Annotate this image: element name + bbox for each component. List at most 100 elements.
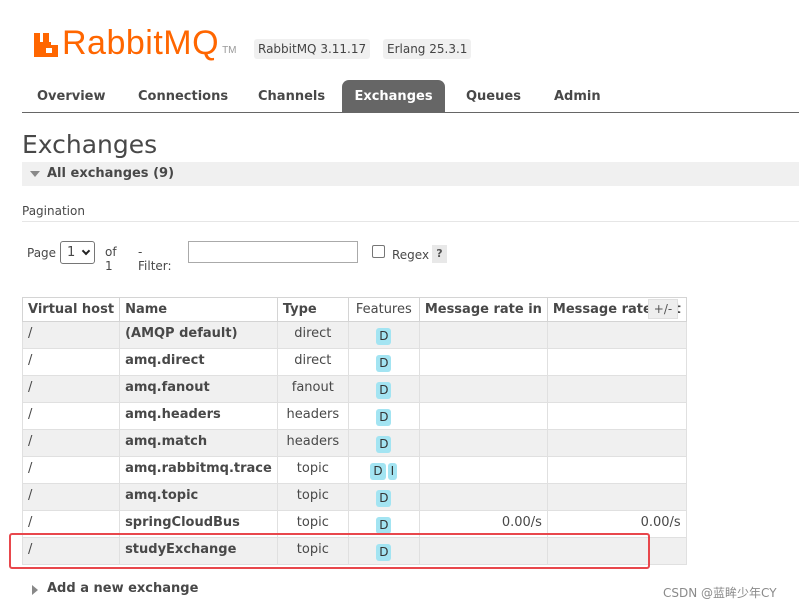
exchange-name-link[interactable]: amq.match: [119, 429, 278, 457]
collapse-triangle-icon: [30, 171, 40, 177]
vhost-cell: /: [21, 456, 121, 484]
filter-input[interactable]: [188, 241, 358, 263]
vhost-cell: /: [21, 402, 121, 430]
type-cell: topic: [276, 483, 349, 511]
add-exchange-label: Add a new exchange: [47, 581, 199, 596]
pagination-divider: [22, 221, 799, 222]
table-row[interactable]: / amq.direct direct D: [21, 348, 687, 376]
rate-in-cell: [418, 483, 548, 511]
features-cell: D: [347, 537, 420, 565]
column-toggle-button[interactable]: +/-: [648, 299, 678, 319]
tab-admin[interactable]: Admin: [554, 80, 601, 112]
exchange-name-link[interactable]: amq.topic: [119, 483, 278, 511]
type-cell: headers: [276, 429, 349, 457]
table-row[interactable]: / amq.headers headers D: [21, 402, 687, 430]
logo-trademark: TM: [222, 45, 237, 56]
page-select[interactable]: 1: [60, 241, 95, 264]
rate-in-cell: [418, 429, 548, 457]
pagination-label: Pagination: [22, 204, 85, 218]
vhost-cell: /: [21, 537, 121, 565]
exchange-name-link[interactable]: (AMQP default): [119, 321, 278, 349]
rate-in-cell: [418, 537, 548, 565]
table-row[interactable]: / springCloudBus topic D 0.00/s 0.00/s: [21, 510, 687, 538]
type-cell: fanout: [276, 375, 349, 403]
main-nav-tabs: Overview Connections Channels Exchanges …: [22, 80, 799, 113]
durable-badge: D: [376, 544, 392, 561]
type-cell: topic: [276, 537, 349, 565]
table-row[interactable]: / amq.fanout fanout D: [21, 375, 687, 403]
features-cell: D: [347, 348, 420, 376]
section-title: All exchanges (9): [47, 166, 175, 181]
features-cell: D: [347, 402, 420, 430]
exchange-name-link[interactable]: springCloudBus: [119, 510, 278, 538]
add-exchange-section-toggle[interactable]: Add a new exchange: [32, 581, 199, 596]
rate-out-cell: [546, 348, 687, 376]
vhost-cell: /: [21, 429, 121, 457]
vhost-cell: /: [21, 483, 121, 511]
table-row-study-exchange[interactable]: / studyExchange topic D: [21, 537, 687, 565]
type-cell: direct: [276, 348, 349, 376]
rate-out-cell: 0.00/s: [546, 510, 687, 538]
page-count-label: of 1: [105, 245, 117, 273]
vhost-cell: /: [21, 510, 121, 538]
page-title: Exchanges: [22, 130, 158, 159]
features-cell: D: [347, 483, 420, 511]
rate-in-cell: 0.00/s: [418, 510, 548, 538]
durable-badge: D: [376, 409, 392, 426]
exchange-name-link[interactable]: amq.direct: [119, 348, 278, 376]
exchange-name-link[interactable]: amq.headers: [119, 402, 278, 430]
tab-connections[interactable]: Connections: [138, 80, 228, 112]
page-select-value: 1: [67, 245, 76, 260]
rabbitmq-version-badge: RabbitMQ 3.11.17: [254, 39, 371, 59]
regex-help-button[interactable]: ?: [432, 245, 447, 263]
all-exchanges-section-toggle[interactable]: All exchanges (9): [22, 162, 799, 186]
rate-in-cell: [418, 348, 548, 376]
vhost-cell: /: [21, 348, 121, 376]
tab-overview[interactable]: Overview: [37, 80, 106, 112]
durable-badge: D: [376, 436, 392, 453]
rate-out-cell: [546, 483, 687, 511]
durable-badge: D: [376, 328, 392, 345]
logo-wordmark: RabbitMQ: [62, 24, 220, 62]
rate-in-cell: [418, 456, 548, 484]
rate-in-cell: [418, 402, 548, 430]
internal-badge: I: [387, 463, 398, 480]
rate-in-cell: [418, 375, 548, 403]
table-row[interactable]: / (AMQP default) direct D: [21, 321, 687, 349]
rate-out-cell: [546, 375, 687, 403]
rate-out-cell: [546, 402, 687, 430]
column-header-name[interactable]: Name: [119, 297, 278, 322]
table-row[interactable]: / amq.rabbitmq.trace topic DI: [21, 456, 687, 484]
features-cell: DI: [347, 456, 420, 484]
erlang-version-badge: Erlang 25.3.1: [383, 39, 472, 59]
durable-badge: D: [370, 463, 386, 480]
tab-exchanges[interactable]: Exchanges: [342, 80, 445, 112]
vhost-cell: /: [21, 321, 121, 349]
durable-badge: D: [376, 490, 392, 507]
rate-in-cell: [418, 321, 548, 349]
exchange-name-link[interactable]: studyExchange: [119, 537, 278, 565]
table-row[interactable]: / amq.match headers D: [21, 429, 687, 457]
exchange-name-link[interactable]: amq.fanout: [119, 375, 278, 403]
rabbitmq-logo[interactable]: RabbitMQ TM: [33, 22, 237, 62]
features-cell: D: [347, 429, 420, 457]
column-header-message-rate-in[interactable]: Message rate in: [418, 297, 548, 322]
tab-channels[interactable]: Channels: [258, 80, 325, 112]
rate-out-cell: [546, 429, 687, 457]
rabbit-logo-icon: [34, 33, 58, 57]
rate-out-cell: [546, 537, 687, 565]
rate-out-cell: [546, 456, 687, 484]
regex-label: Regex: [392, 248, 430, 262]
type-cell: topic: [276, 456, 349, 484]
chevron-down-icon: [81, 246, 91, 256]
page-label: Page: [27, 246, 57, 260]
table-row[interactable]: / amq.topic topic D: [21, 483, 687, 511]
column-header-virtual-host[interactable]: Virtual host: [21, 297, 121, 322]
regex-checkbox[interactable]: [372, 245, 385, 258]
rate-out-cell: [546, 321, 687, 349]
exchange-name-link[interactable]: amq.rabbitmq.trace: [119, 456, 278, 484]
column-header-type[interactable]: Type: [276, 297, 349, 322]
tab-queues[interactable]: Queues: [466, 80, 521, 112]
type-cell: direct: [276, 321, 349, 349]
type-cell: topic: [276, 510, 349, 538]
